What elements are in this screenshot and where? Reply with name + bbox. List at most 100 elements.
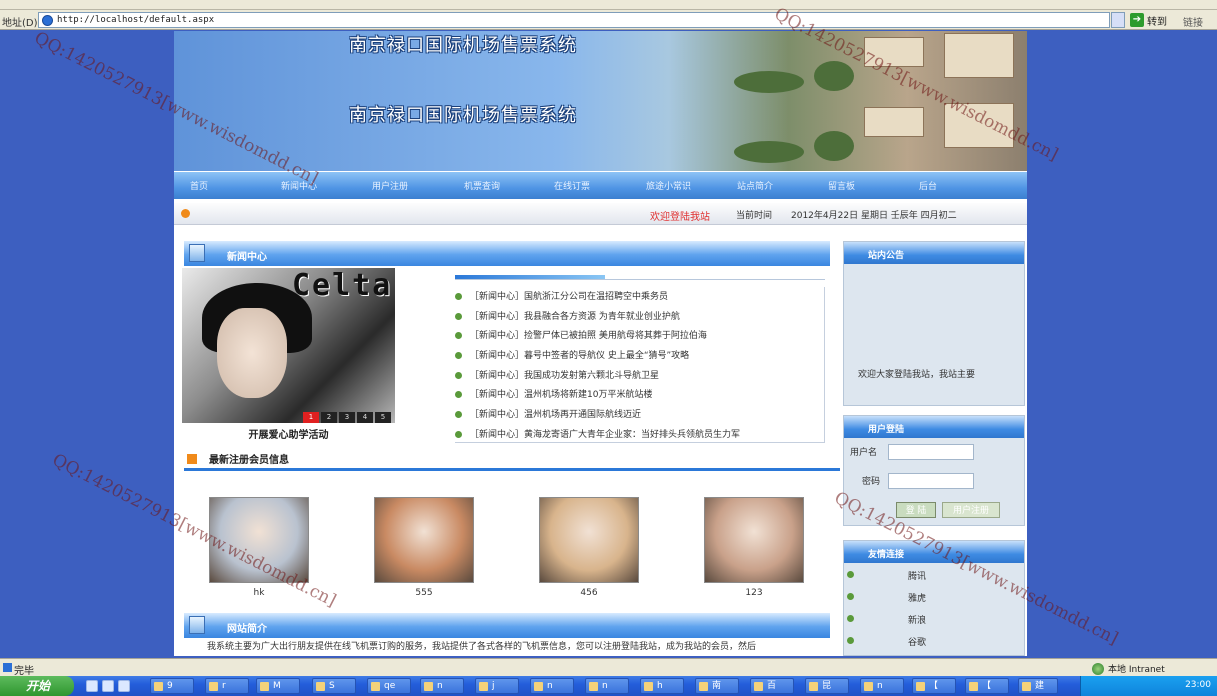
news-item[interactable]: ［新闻中心］捡警尸体已被拍照 美用航母将其葬于阿拉伯海 xyxy=(455,328,707,342)
friend-link-yahoo[interactable]: 雅虎 xyxy=(844,589,1026,605)
quick-launch-ie-icon[interactable] xyxy=(86,680,98,692)
member-name[interactable]: 555 xyxy=(374,588,474,598)
member-name[interactable]: hk xyxy=(209,588,309,598)
taskbar-task[interactable]: 建 xyxy=(1018,678,1058,694)
links-button[interactable]: 链接 xyxy=(1183,14,1203,29)
bullet-icon xyxy=(455,293,462,300)
go-label: 转到 xyxy=(1147,16,1167,28)
member-name[interactable]: 123 xyxy=(704,588,804,598)
page-favicon-icon xyxy=(42,15,53,26)
bullet-icon xyxy=(455,411,462,418)
intranet-zone-icon xyxy=(1092,662,1104,675)
tray-clock[interactable]: 23:00 xyxy=(1185,680,1211,690)
news-section-header: 新闻中心 xyxy=(184,241,830,266)
windows-taskbar: 开始 9 r M S qe n j n n h 南 百 昆 n 【 【 建 23… xyxy=(0,676,1217,696)
info-bar: 欢迎登陆我站 当前时间 2012年4月22日 星期日 壬辰年 四月初二 xyxy=(174,203,1027,225)
taskbar-task[interactable]: 【 xyxy=(965,678,1009,694)
go-arrow-icon: ➔ xyxy=(1130,13,1144,27)
slideshow-page-5[interactable]: 5 xyxy=(375,412,391,423)
page-status-icon xyxy=(3,663,12,672)
password-input[interactable] xyxy=(888,473,974,489)
announcement-text: 欢迎大家登陆我站，我站主要 xyxy=(858,370,976,380)
taskbar-task[interactable]: 南 xyxy=(695,678,739,694)
slideshow-page-4[interactable]: 4 xyxy=(357,412,373,423)
address-bar: 地址(D) http://localhost/default.aspx ➔ 转到… xyxy=(0,10,1217,30)
taskbar-task[interactable]: r xyxy=(205,678,249,694)
news-item[interactable]: ［新闻中心］我国成功发射第六颗北斗导航卫星 xyxy=(455,368,659,382)
slideshow-page-2[interactable]: 2 xyxy=(321,412,337,423)
announcement-title: 站内公告 xyxy=(868,251,905,261)
quick-launch-media-icon[interactable] xyxy=(118,680,130,692)
friend-links-panel: 友情连接 腾讯 雅虎 新浪 谷歌 xyxy=(843,540,1025,656)
member-divider xyxy=(184,468,840,471)
taskbar-task[interactable]: h xyxy=(640,678,684,694)
member-avatar[interactable] xyxy=(704,497,804,583)
taskbar-task[interactable]: n xyxy=(420,678,464,694)
bullet-icon xyxy=(455,352,462,359)
current-time-value: 2012年4月22日 星期日 壬辰年 四月初二 xyxy=(791,211,957,221)
news-item[interactable]: ［新闻中心］国航浙江分公司在温招聘空中乘务员 xyxy=(455,289,668,303)
news-item[interactable]: ［新闻中心］温州机场再开通国际航线迈近 xyxy=(455,407,641,421)
banner-top: 南京禄口国际机场售票系统 xyxy=(174,31,1027,101)
friend-link-sina[interactable]: 新浪 xyxy=(844,611,1026,627)
taskbar-task[interactable]: n xyxy=(530,678,574,694)
member-avatar[interactable] xyxy=(209,497,309,583)
quick-launch-desktop-icon[interactable] xyxy=(102,680,114,692)
nav-admin[interactable]: 后台 xyxy=(919,179,937,192)
login-button[interactable]: 登 陆 xyxy=(896,502,936,518)
news-section-title[interactable]: 新闻中心 xyxy=(227,248,267,263)
login-panel: 用户登陆 用户名 密码 登 陆 用户注册 xyxy=(843,415,1025,526)
nav-home[interactable]: 首页 xyxy=(190,179,208,192)
welcome-text: 欢迎登陆我站 xyxy=(650,212,710,223)
bullet-icon xyxy=(847,615,854,622)
nav-news[interactable]: 新闻中心 xyxy=(281,179,317,192)
nav-travel-tips[interactable]: 旅途小常识 xyxy=(646,179,691,192)
friend-link-google[interactable]: 谷歌 xyxy=(844,633,1026,649)
taskbar-task[interactable]: j xyxy=(475,678,519,694)
taskbar-task[interactable]: 【 xyxy=(912,678,956,694)
friend-link-tencent[interactable]: 腾讯 xyxy=(844,567,1026,583)
slideshow-image-text: Celta xyxy=(292,268,393,303)
news-slideshow[interactable]: Celta 1 2 3 4 5 xyxy=(182,268,395,423)
member-avatar[interactable] xyxy=(539,497,639,583)
register-button[interactable]: 用户注册 xyxy=(942,502,1000,518)
taskbar-task[interactable]: n xyxy=(860,678,904,694)
username-label: 用户名 xyxy=(850,448,878,458)
slideshow-caption[interactable]: 开展爱心助学活动 xyxy=(182,426,395,441)
nav-booking[interactable]: 在线订票 xyxy=(554,179,590,192)
address-url[interactable]: http://localhost/default.aspx xyxy=(57,15,214,25)
news-item[interactable]: ［新闻中心］暮号中签者的导航仪 史上最全“猜号”攻略 xyxy=(455,348,689,362)
username-input[interactable] xyxy=(888,444,974,460)
go-button[interactable]: ➔ 转到 xyxy=(1130,12,1167,28)
nav-about[interactable]: 站点简介 xyxy=(737,179,773,192)
taskbar-task[interactable]: 百 xyxy=(750,678,794,694)
banner-bottom: 南京禄口国际机场售票系统 xyxy=(174,101,1027,171)
bullet-icon xyxy=(455,391,462,398)
taskbar-task[interactable]: S xyxy=(312,678,356,694)
member-name[interactable]: 456 xyxy=(539,588,639,598)
taskbar-task[interactable]: n xyxy=(585,678,629,694)
taskbar-task[interactable]: 昆 xyxy=(805,678,849,694)
address-dropdown-icon[interactable] xyxy=(1111,12,1125,28)
bullet-icon xyxy=(455,372,462,379)
slideshow-page-1[interactable]: 1 xyxy=(303,412,319,423)
bullet-icon xyxy=(455,332,462,339)
taskbar-task[interactable]: qe xyxy=(367,678,411,694)
nav-flight-search[interactable]: 机票查询 xyxy=(464,179,500,192)
intro-text: 我系统主要为广大出行朋友提供在线飞机票订购的服务，我站提供了各式各样的飞机票信息… xyxy=(207,642,757,652)
taskbar-task[interactable]: 9 xyxy=(150,678,194,694)
current-time-label: 当前时间 xyxy=(736,211,773,221)
nav-guestbook[interactable]: 留言板 xyxy=(828,179,855,192)
nav-register[interactable]: 用户注册 xyxy=(372,179,408,192)
news-list: ［新闻中心］国航浙江分公司在温招聘空中乘务员 ［新闻中心］我县融合各方资源 为青… xyxy=(455,287,825,443)
address-input[interactable]: http://localhost/default.aspx xyxy=(38,12,1110,28)
news-item[interactable]: ［新闻中心］我县融合各方资源 为青年就业创业护航 xyxy=(455,309,680,323)
news-item[interactable]: ［新闻中心］温州机场将新建10万平米航站楼 xyxy=(455,387,652,401)
start-button[interactable]: 开始 xyxy=(0,676,74,696)
slideshow-page-3[interactable]: 3 xyxy=(339,412,355,423)
status-text: 完毕 xyxy=(14,666,34,677)
announcement-panel: 站内公告 欢迎大家登陆我站，我站主要 xyxy=(843,241,1025,406)
member-avatar[interactable] xyxy=(374,497,474,583)
taskbar-task[interactable]: M xyxy=(256,678,300,694)
news-item[interactable]: ［新闻中心］黄海龙寄语广大青年企业家：当好排头兵领航员生力军 xyxy=(455,427,740,441)
